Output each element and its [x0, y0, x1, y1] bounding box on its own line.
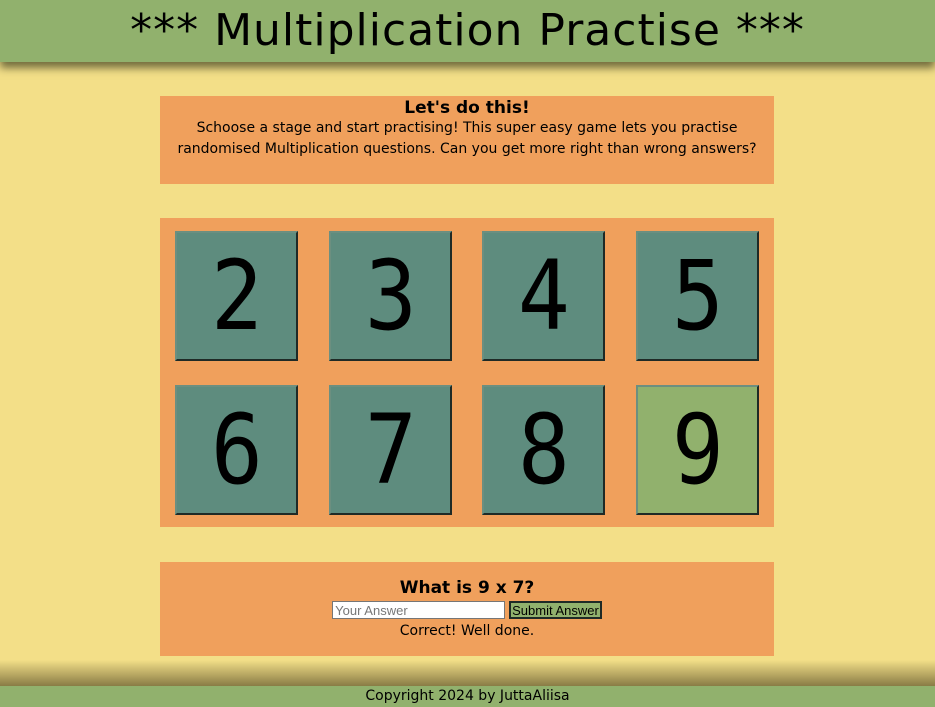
intro-text: Schoose a stage and start practising! Th… — [177, 120, 757, 157]
stage-grid: 2 3 4 5 6 7 8 9 — [160, 218, 774, 527]
stage-label: 6 — [210, 394, 263, 506]
page-header: *** Multiplication Practise *** — [0, 0, 935, 62]
answer-form: Submit Answer — [160, 600, 774, 620]
stage-label: 4 — [517, 240, 570, 352]
question-panel: What is 9 x 7? Submit Answer Correct! We… — [160, 562, 774, 656]
stage-label: 3 — [364, 240, 417, 352]
stage-button-9[interactable]: 9 — [636, 385, 759, 515]
feedback-message: Correct! Well done. — [399, 623, 535, 639]
page-footer: Copyright 2024 by JuttaAliisa — [0, 686, 935, 707]
stage-button-6[interactable]: 6 — [175, 385, 298, 515]
stage-button-5[interactable]: 5 — [636, 231, 759, 361]
stage-button-3[interactable]: 3 — [329, 231, 452, 361]
submit-answer-button[interactable]: Submit Answer — [509, 601, 602, 619]
stage-label: 8 — [517, 394, 570, 506]
footer-shadow — [0, 660, 935, 688]
question-text: What is 9 x 7? — [399, 578, 535, 598]
stage-button-4[interactable]: 4 — [482, 231, 605, 361]
answer-input[interactable] — [332, 601, 506, 619]
stage-button-8[interactable]: 8 — [482, 385, 605, 515]
copyright-text: Copyright 2024 by JuttaAliisa — [365, 688, 570, 704]
stage-label: 5 — [671, 240, 724, 352]
stage-label: 9 — [671, 394, 724, 506]
stage-button-7[interactable]: 7 — [329, 385, 452, 515]
stage-label: 7 — [364, 394, 417, 506]
stage-button-2[interactable]: 2 — [175, 231, 298, 361]
intro-panel: Let's do this! Schoose a stage and start… — [160, 96, 774, 184]
page-title: *** Multiplication Practise *** — [130, 5, 805, 56]
stage-label: 2 — [210, 240, 263, 352]
intro-heading: Let's do this! — [404, 98, 530, 118]
